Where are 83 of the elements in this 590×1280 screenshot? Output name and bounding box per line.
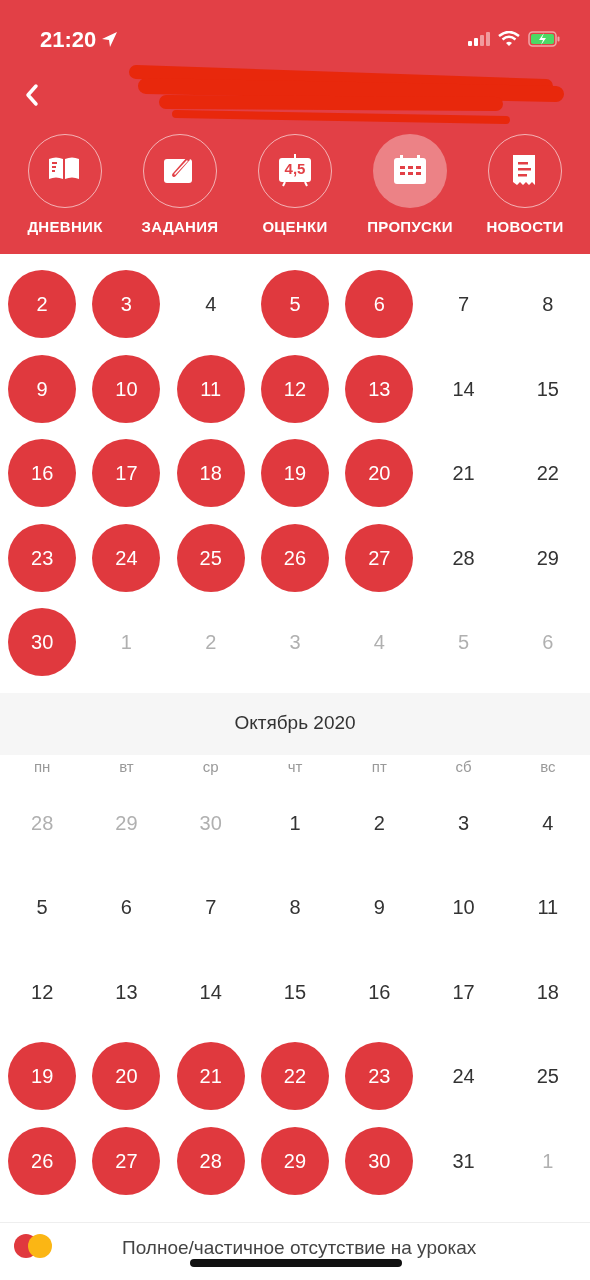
month-title: Октябрь 2020 <box>0 692 590 755</box>
absence-day[interactable]: 6 <box>345 270 414 339</box>
absence-day[interactable]: 12 <box>261 354 329 423</box>
weekday-label: ср <box>202 757 219 778</box>
absence-day[interactable]: 30 <box>345 1126 414 1195</box>
absence-day[interactable]: 9 <box>8 354 77 423</box>
absence-day[interactable]: 19 <box>261 439 329 508</box>
absence-day[interactable]: 19 <box>8 1042 77 1111</box>
nav-tab[interactable]: ЗАДАНИЯ <box>125 134 235 239</box>
battery-icon <box>528 31 560 47</box>
signal-icon <box>468 32 490 46</box>
absence-day[interactable]: 26 <box>8 1126 77 1195</box>
calendar-day[interactable]: 28 <box>429 523 498 592</box>
back-button[interactable] <box>24 82 40 108</box>
calendar-day[interactable]: 2 <box>176 608 245 677</box>
calendar-day[interactable]: 25 <box>513 1042 582 1111</box>
nav-tab[interactable]: ПРОПУСКИ <box>355 134 465 239</box>
calendar-day[interactable]: 15 <box>513 354 582 423</box>
absence-day[interactable]: 13 <box>345 354 414 423</box>
absence-day[interactable]: 10 <box>92 354 161 423</box>
calendar-day[interactable]: 14 <box>176 957 245 1026</box>
calendar-day[interactable]: 2 <box>345 788 414 857</box>
calendar-day[interactable]: 14 <box>429 354 498 423</box>
absence-day[interactable]: 23 <box>345 1042 414 1111</box>
weekday-label: пт <box>371 757 387 778</box>
calendar-day[interactable]: 15 <box>261 957 329 1026</box>
absence-day[interactable]: 3 <box>92 270 161 339</box>
absence-day[interactable]: 20 <box>92 1042 161 1111</box>
calendar-day[interactable]: 9 <box>345 873 414 942</box>
calendar-day[interactable]: 8 <box>513 270 582 339</box>
calendar-day[interactable]: 11 <box>513 873 582 942</box>
absence-day[interactable]: 5 <box>261 270 329 339</box>
absence-day[interactable]: 22 <box>261 1042 329 1111</box>
calendar-day[interactable]: 1 <box>261 788 329 857</box>
calendar-day[interactable]: 31 <box>429 1126 498 1195</box>
nav-tab[interactable]: ДНЕВНИК <box>10 134 120 239</box>
calendar-day[interactable]: 24 <box>429 1042 498 1111</box>
back-icon <box>24 83 40 108</box>
calendar-day[interactable]: 16 <box>345 957 414 1026</box>
calendar-day[interactable]: 10 <box>429 873 498 942</box>
absence-day[interactable]: 23 <box>8 523 77 592</box>
weekday-label: вс <box>540 757 556 778</box>
calendar-day[interactable]: 6 <box>513 608 582 677</box>
absence-day[interactable]: 18 <box>176 439 245 508</box>
calendar-day[interactable]: 22 <box>513 439 582 508</box>
calendar-day[interactable]: 21 <box>429 439 498 508</box>
absence-day[interactable]: 17 <box>92 439 161 508</box>
calendar-day[interactable]: 18 <box>513 957 582 1026</box>
absence-day[interactable]: 26 <box>261 523 329 592</box>
calendar-day[interactable]: 29 <box>513 523 582 592</box>
calendar-day[interactable]: 7 <box>176 873 245 942</box>
weekday-label: вт <box>119 757 134 778</box>
absence-day[interactable]: 16 <box>8 439 77 508</box>
absence-day[interactable]: 11 <box>176 354 245 423</box>
calendar-day[interactable]: 6 <box>92 873 161 942</box>
calendar-day[interactable]: 3 <box>429 788 498 857</box>
weekday-label: пн <box>33 757 51 778</box>
nav-tab[interactable]: 4,5 ОЦЕНКИ <box>240 134 350 239</box>
absence-day[interactable]: 2 <box>8 270 77 339</box>
weekday-label: чт <box>287 757 303 778</box>
absence-day[interactable]: 30 <box>8 608 77 677</box>
calendar-day[interactable]: 4 <box>176 270 245 339</box>
calendar-day[interactable]: 12 <box>8 957 77 1026</box>
calendar-day[interactable]: 7 <box>429 270 498 339</box>
wifi-icon <box>498 31 520 47</box>
status-time: 21:20 <box>40 25 97 54</box>
absence-day[interactable]: 28 <box>176 1126 245 1195</box>
legend-text: Полное/частичное отсутствие на уроках <box>122 1236 477 1260</box>
absence-day[interactable]: 24 <box>92 523 161 592</box>
absence-day[interactable]: 27 <box>345 523 414 592</box>
absence-day[interactable]: 29 <box>261 1126 329 1195</box>
calendar-day[interactable]: 4 <box>513 788 582 857</box>
absence-day[interactable]: 25 <box>176 523 245 592</box>
absence-day[interactable]: 20 <box>345 439 414 508</box>
calendar-day[interactable]: 5 <box>8 873 77 942</box>
weekday-label: сб <box>455 757 472 778</box>
calendar-day[interactable]: 8 <box>261 873 329 942</box>
absence-day[interactable]: 21 <box>176 1042 245 1111</box>
location-icon <box>100 30 119 48</box>
calendar-day[interactable]: 17 <box>429 957 498 1026</box>
calendar-day[interactable]: 13 <box>92 957 161 1026</box>
absence-day[interactable]: 27 <box>92 1126 161 1195</box>
nav-tab[interactable]: НОВОСТИ <box>470 134 580 239</box>
